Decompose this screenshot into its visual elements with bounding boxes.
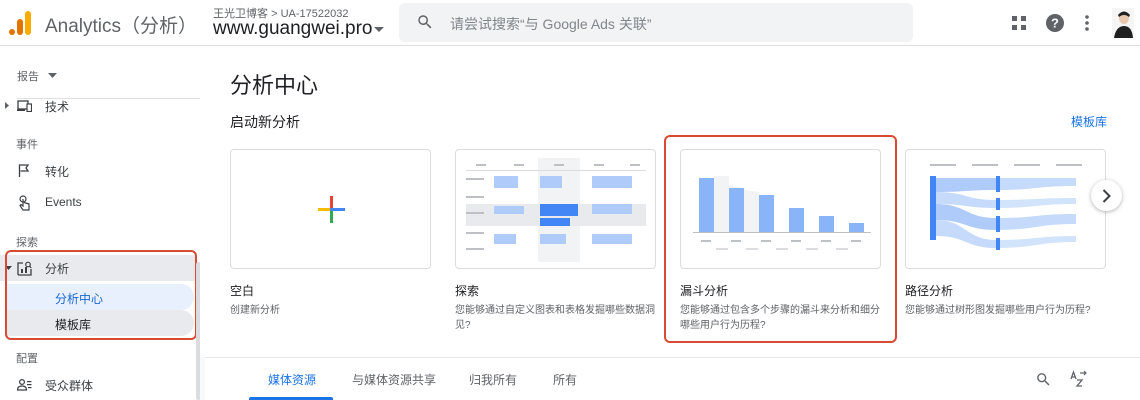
touch-icon <box>16 195 32 211</box>
section-configure: 配置 <box>16 353 38 365</box>
freeform-table-illustration <box>466 158 646 262</box>
page-title: 分析中心 <box>230 73 319 98</box>
plus-icon <box>318 196 345 223</box>
devices-icon <box>16 98 32 114</box>
left-nav: 报告 技术 事件 转化 Events 探索 分析 分析中心 模板库 配置 受众群… <box>0 46 201 400</box>
carousel-next-button[interactable] <box>1091 180 1122 211</box>
top-app-bar: Analytics（分析） 王光卫博客 > UA-17522032 www.gu… <box>0 0 1140 46</box>
card-blank[interactable]: 空白 创建新分析 <box>230 149 431 318</box>
property-selector[interactable]: www.guangwei.pro <box>213 18 372 40</box>
section-events: 事件 <box>16 139 38 151</box>
svg-text:?: ? <box>1051 16 1059 31</box>
card-thumbnail[interactable] <box>905 149 1106 269</box>
app-title: Analytics（分析） <box>45 16 198 37</box>
search-input[interactable]: 请尝试搜索“与 Google Ads 关联” <box>399 3 913 42</box>
card-title: 路径分析 <box>905 284 954 298</box>
template-gallery-link[interactable]: 模板库 <box>1071 113 1107 130</box>
search-icon <box>418 15 432 29</box>
tab-owned-by-me[interactable]: 归我所有 <box>469 371 517 388</box>
tab-shared-with-property[interactable]: 与媒体资源共享 <box>352 371 436 388</box>
ownership-tabs: 媒体资源 与媒体资源共享 归我所有 所有 <box>205 357 1140 400</box>
card-title: 探索 <box>455 284 480 298</box>
card-thumbnail[interactable] <box>230 149 431 269</box>
card-thumbnail[interactable] <box>455 149 656 269</box>
analysis-hub-panel: 分析中心 启动新分析 模板库 空白 创建新分析 探索 您能够通过自定义图表和表格… <box>200 46 1140 357</box>
sidebar-item-conversions[interactable]: 转化 <box>0 158 196 184</box>
analytics-app: Analytics（分析） 王光卫博客 > UA-17522032 www.gu… <box>0 0 1140 400</box>
section-explore: 探索 <box>16 237 38 249</box>
card-description: 创建新分析 <box>230 305 280 316</box>
sidebar-item-label: Events <box>45 195 82 209</box>
search-placeholder: 请尝试搜索“与 Google Ads 关联” <box>450 16 652 32</box>
section-heading: 启动新分析 <box>230 114 300 130</box>
annotation-highlight-box <box>5 250 197 340</box>
avatar[interactable] <box>1112 8 1134 38</box>
audience-icon <box>16 377 32 393</box>
sidebar-item-label: 受众群体 <box>45 379 94 393</box>
card-description: 您能够通过树形图发掘哪些用户行为历程? <box>905 305 1091 316</box>
tab-all[interactable]: 所有 <box>553 371 577 388</box>
reports-dropdown[interactable]: 报告 <box>17 68 39 84</box>
sidebar-item-label: 技术 <box>45 100 70 114</box>
apps-grid-icon[interactable] <box>1008 12 1030 34</box>
chevron-right-icon <box>1102 188 1111 203</box>
sidebar-item-label: 转化 <box>45 165 70 179</box>
more-vert-icon[interactable] <box>1076 12 1098 34</box>
analytics-logo-icon[interactable] <box>8 10 32 36</box>
card-path[interactable]: 路径分析 您能够通过树形图发掘哪些用户行为历程? <box>905 149 1106 318</box>
sidebar-item-audiences[interactable]: 受众群体 <box>0 372 196 398</box>
sidebar-item-tech[interactable]: 技术 <box>0 93 196 119</box>
tab-media-resources[interactable]: 媒体资源 <box>268 371 316 388</box>
sort-az-icon[interactable] <box>1069 369 1089 389</box>
flag-icon <box>16 163 32 179</box>
card-title: 空白 <box>230 284 255 298</box>
sidebar-item-events[interactable]: Events <box>0 190 196 216</box>
main-content: 分析中心 启动新分析 模板库 空白 创建新分析 探索 您能够通过自定义图表和表格… <box>200 46 1140 400</box>
chevron-down-icon[interactable] <box>374 27 384 33</box>
search-icon[interactable] <box>1033 369 1053 389</box>
path-tree-illustration <box>930 164 1082 250</box>
card-description: 您能够通过自定义图表和表格发掘哪些数据洞见? <box>455 305 655 331</box>
card-exploration[interactable]: 探索 您能够通过自定义图表和表格发掘哪些数据洞见? <box>455 149 656 333</box>
expand-arrow-icon[interactable] <box>5 102 9 109</box>
chevron-down-icon[interactable] <box>48 73 57 78</box>
help-icon[interactable]: ? <box>1044 12 1066 34</box>
annotation-highlight-box <box>664 135 897 343</box>
